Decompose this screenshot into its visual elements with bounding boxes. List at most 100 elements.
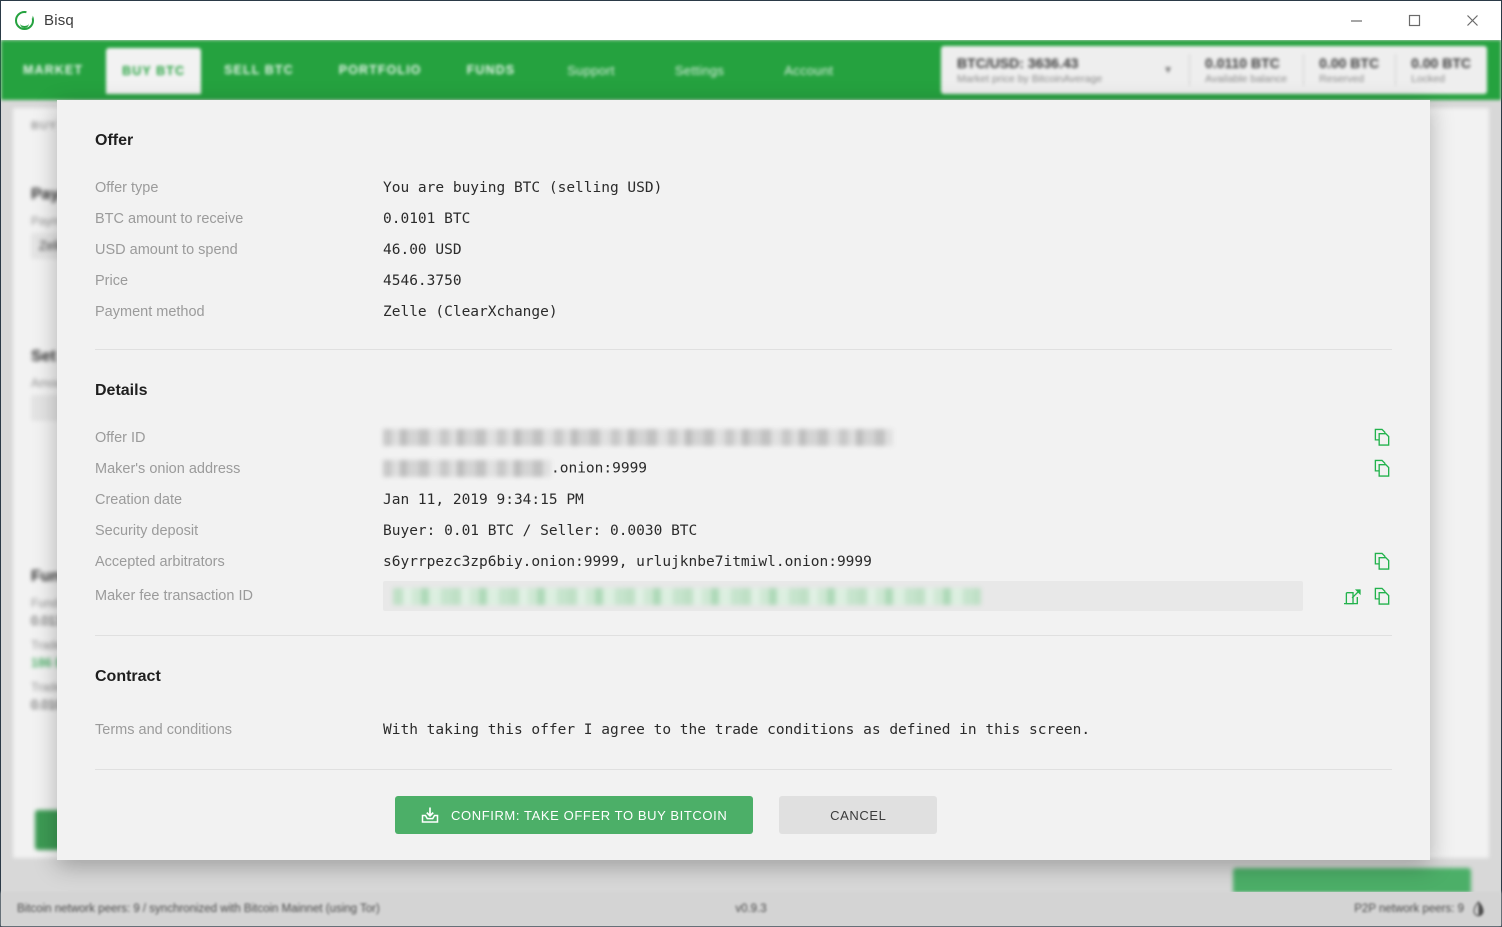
app-window: Bisq MARKET BUY BTC SELL BTC PORTFOLIO F… <box>0 0 1502 927</box>
offer-row-btc-amount: BTC amount to receive 0.0101 BTC <box>95 203 1392 234</box>
locked-balance-caption: Locked <box>1411 73 1445 85</box>
details-row-offer-id: Offer ID <box>95 422 1392 453</box>
market-price-panel: BTC/USD: 3636.43 Market price by Bitcoin… <box>941 46 1487 94</box>
arbitrators-label: Accepted arbitrators <box>95 553 225 570</box>
maker-fee-tx-actions <box>1330 587 1392 606</box>
offer-id-label: Offer ID <box>95 429 146 446</box>
nav-item-funds[interactable]: FUNDS <box>445 40 538 100</box>
maker-fee-tx-field[interactable] <box>383 581 1303 611</box>
maximize-button[interactable] <box>1385 1 1443 39</box>
btc-amount-value: 0.0101 BTC <box>383 210 471 227</box>
confirm-take-offer-button[interactable]: CONFIRM: TAKE OFFER TO BUY BITCOIN <box>395 796 754 834</box>
offer-id-actions <box>1359 428 1392 447</box>
take-offer-confirmation-dialog: Offer Offer type You are buying BTC (sel… <box>57 100 1430 860</box>
nav-market-group: BTC/USD: 3636.43 Market price by Bitcoin… <box>941 40 1501 100</box>
details-row-creation-date: Creation date Jan 11, 2019 9:34:15 PM <box>95 484 1392 515</box>
contract-divider <box>95 769 1392 770</box>
details-section: Details Offer ID Maker's onion address .… <box>95 350 1392 636</box>
status-p2p-network: P2P network peers: 9 <box>1354 903 1464 915</box>
nav-item-market[interactable]: MARKET <box>1 40 105 100</box>
reserved-balance-cell: 0.00 BTC Reserved <box>1303 46 1395 94</box>
onion-address-value: .onion:9999 <box>383 460 647 477</box>
onion-address-suffix: .onion:9999 <box>551 460 648 477</box>
contract-rows: Terms and conditions With taking this of… <box>95 714 1392 745</box>
minimize-button[interactable] <box>1327 1 1385 39</box>
contract-section-title: Contract <box>95 668 161 685</box>
offer-row-price: Price 4546.3750 <box>95 265 1392 296</box>
copy-icon[interactable] <box>1373 428 1392 447</box>
offer-section: Offer Offer type You are buying BTC (sel… <box>95 100 1392 350</box>
terms-value: With taking this offer I agree to the tr… <box>383 721 1091 738</box>
download-tray-icon <box>421 807 439 823</box>
close-button[interactable] <box>1443 1 1501 39</box>
details-row-security-deposit: Security deposit Buyer: 0.01 BTC / Selle… <box>95 515 1392 546</box>
bisq-logo-icon <box>15 10 34 30</box>
external-link-icon[interactable] <box>1344 587 1363 606</box>
main-navigation: MARKET BUY BTC SELL BTC PORTFOLIO FUNDS … <box>1 40 1501 100</box>
offer-id-value <box>383 429 893 446</box>
payment-method-label: Payment method <box>95 303 205 320</box>
offer-row-usd-amount: USD amount to spend 46.00 USD <box>95 234 1392 265</box>
confirm-button-label: CONFIRM: TAKE OFFER TO BUY BITCOIN <box>451 807 728 823</box>
tor-onion-icon <box>1473 900 1484 916</box>
bg-secondary-action <box>1233 868 1471 892</box>
price-label: Price <box>95 272 129 289</box>
details-rows: Offer ID Maker's onion address .onion:99… <box>95 422 1392 615</box>
usd-amount-label: USD amount to spend <box>95 241 238 258</box>
status-version: v0.9.3 <box>735 903 767 915</box>
dialog-actions: CONFIRM: TAKE OFFER TO BUY BITCOIN CANCE… <box>95 796 1392 834</box>
security-deposit-value: Buyer: 0.01 BTC / Seller: 0.0030 BTC <box>383 522 698 539</box>
details-row-onion-address: Maker's onion address .onion:9999 <box>95 453 1392 484</box>
reserved-balance-caption: Reserved <box>1319 73 1365 85</box>
nav-item-sell-btc[interactable]: SELL BTC <box>202 40 316 100</box>
security-deposit-label: Security deposit <box>95 522 199 539</box>
nav-item-buy-btc[interactable]: BUY BTC <box>106 48 202 94</box>
title-bar-left: Bisq <box>1 10 74 30</box>
details-section-title: Details <box>95 382 148 399</box>
offer-rows: Offer type You are buying BTC (selling U… <box>95 172 1392 327</box>
cancel-button[interactable]: CANCEL <box>779 796 938 834</box>
copy-icon[interactable] <box>1373 552 1392 571</box>
nav-item-support[interactable]: Support <box>537 40 645 100</box>
locked-balance-cell: 0.00 BTC Locked <box>1395 46 1487 94</box>
nav-item-settings[interactable]: Settings <box>645 40 754 100</box>
payment-method-value: Zelle (ClearXchange) <box>383 303 558 320</box>
status-bitcoin-network: Bitcoin network peers: 9 / synchronized … <box>17 903 380 915</box>
copy-icon[interactable] <box>1373 587 1392 606</box>
contract-row-terms: Terms and conditions With taking this of… <box>95 714 1392 745</box>
window-controls <box>1327 1 1501 39</box>
market-price-value: BTC/USD: 3636.43 <box>957 55 1079 71</box>
market-price-selector[interactable]: BTC/USD: 3636.43 Market price by Bitcoin… <box>941 46 1189 94</box>
creation-date-label: Creation date <box>95 491 183 508</box>
details-row-maker-fee-tx: Maker fee transaction ID <box>95 577 1392 615</box>
available-balance-cell: 0.0110 BTC Available balance <box>1189 46 1303 94</box>
nav-item-portfolio[interactable]: PORTFOLIO <box>317 40 444 100</box>
status-p2p-group: P2P network peers: 9 <box>1354 900 1485 918</box>
arbitrators-actions <box>1359 552 1392 571</box>
app-title: Bisq <box>44 11 74 29</box>
offer-row-payment-method: Payment method Zelle (ClearXchange) <box>95 296 1392 327</box>
available-balance-caption: Available balance <box>1205 73 1288 85</box>
offer-type-value: You are buying BTC (selling USD) <box>383 179 663 196</box>
market-price-caption: Market price by BitcoinAverage <box>957 73 1103 85</box>
arbitrators-value: s6yrrpezc3zp6biy.onion:9999, urlujknbe7i… <box>383 553 872 570</box>
offer-id-redacted <box>383 429 893 446</box>
title-bar: Bisq <box>1 1 1501 40</box>
details-row-arbitrators: Accepted arbitrators s6yrrpezc3zp6biy.on… <box>95 546 1392 577</box>
maker-fee-tx-redacted <box>393 587 981 605</box>
creation-date-value: Jan 11, 2019 9:34:15 PM <box>383 491 584 508</box>
nav-item-account[interactable]: Account <box>754 40 863 100</box>
cancel-button-label: CANCEL <box>830 807 887 823</box>
status-bar: Bitcoin network peers: 9 / synchronized … <box>1 892 1501 926</box>
chevron-down-icon[interactable]: ▼ <box>1163 65 1173 76</box>
price-value: 4546.3750 <box>383 272 462 289</box>
copy-icon[interactable] <box>1373 459 1392 478</box>
nav-primary-group: MARKET BUY BTC SELL BTC PORTFOLIO FUNDS … <box>1 40 863 100</box>
terms-label: Terms and conditions <box>95 721 233 738</box>
offer-section-title: Offer <box>95 132 134 149</box>
usd-amount-value: 46.00 USD <box>383 241 462 258</box>
locked-balance-value: 0.00 BTC <box>1411 55 1471 71</box>
offer-row-type: Offer type You are buying BTC (selling U… <box>95 172 1392 203</box>
onion-address-redacted <box>383 460 551 477</box>
onion-address-label: Maker's onion address <box>95 460 241 477</box>
